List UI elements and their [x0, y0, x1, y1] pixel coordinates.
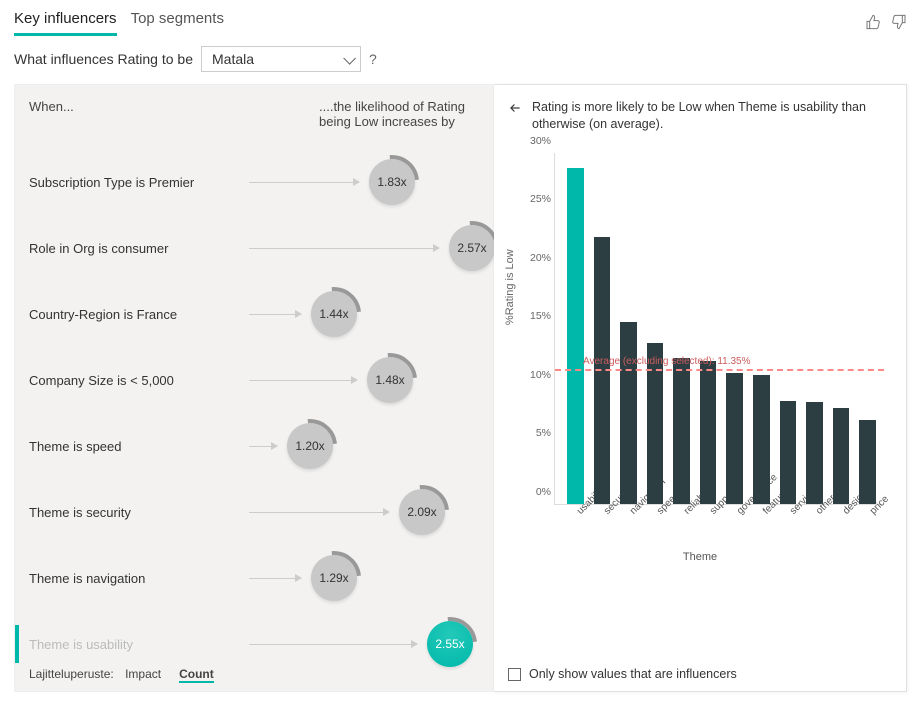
influencer-bubble[interactable]: 1.29x [311, 555, 357, 601]
influencer-label: Theme is speed [29, 439, 249, 454]
influencer-row[interactable]: Company Size is < 5,000 1.48x [29, 347, 479, 413]
influencer-track [249, 380, 357, 381]
main: When... ....the likelihood of Rating bei… [0, 84, 921, 706]
influencer-track [249, 446, 277, 447]
y-tick: 30% [517, 135, 551, 147]
y-tick: 0% [517, 486, 551, 498]
influencer-bubble[interactable]: 1.20x [287, 423, 333, 469]
sort-impact[interactable]: Impact [125, 667, 161, 681]
sort-count[interactable]: Count [179, 667, 214, 683]
thumbs-up-icon[interactable] [865, 14, 881, 33]
x-tick-label: price [868, 493, 891, 516]
feedback-buttons [865, 14, 907, 33]
bar[interactable]: reliability [673, 358, 690, 504]
influencer-track [249, 578, 301, 579]
y-tick: 5% [517, 427, 551, 439]
bar[interactable]: governance [726, 373, 743, 504]
chart: %Rating is Low usabilitysecuritynavigati… [508, 143, 892, 583]
bars: usabilitysecuritynavigationspeedreliabil… [567, 153, 876, 504]
y-tick: 25% [517, 193, 551, 205]
bar[interactable]: speed [647, 343, 664, 503]
only-influencers-row: Only show values that are influencers [508, 667, 737, 681]
influencer-bubble[interactable]: 2.55x [427, 621, 473, 667]
average-label: Average (excluding selected): 11.35% [583, 356, 751, 367]
influencer-bubble[interactable]: 1.44x [311, 291, 357, 337]
x-axis-label: Theme [683, 551, 717, 563]
bar[interactable]: navigation [620, 322, 637, 503]
bar[interactable]: support [700, 361, 717, 504]
y-tick: 10% [517, 369, 551, 381]
influencer-label: Theme is security [29, 505, 249, 520]
bar[interactable]: design [833, 408, 850, 504]
influencers-header: When... ....the likelihood of Rating bei… [29, 99, 479, 129]
influencer-row[interactable]: Theme is security 2.09x [29, 479, 479, 545]
thumbs-down-icon[interactable] [891, 14, 907, 33]
sort-bar: Lajitteluperuste: Impact Count [29, 667, 222, 681]
influencer-track [249, 182, 359, 183]
selected-marker [15, 625, 19, 663]
help-icon[interactable]: ? [369, 51, 377, 67]
influencer-bubble[interactable]: 2.09x [399, 489, 445, 535]
influencer-row[interactable]: Country-Region is France 1.44x [29, 281, 479, 347]
influencer-track [249, 644, 417, 645]
tab-top-segments[interactable]: Top segments [131, 10, 224, 36]
chart-title: Rating is more likely to be Low when The… [532, 99, 892, 133]
influencer-track [249, 248, 439, 249]
tab-key-influencers[interactable]: Key influencers [14, 10, 117, 36]
y-tick: 20% [517, 252, 551, 264]
when-label: When... [29, 99, 74, 129]
chart-panel: Rating is more likely to be Low when The… [494, 84, 907, 692]
influencer-bubble[interactable]: 1.48x [367, 357, 413, 403]
influencer-label: Country-Region is France [29, 307, 249, 322]
rating-value-dropdown[interactable]: Matala [201, 46, 361, 72]
chart-header: Rating is more likely to be Low when The… [508, 99, 892, 133]
bar[interactable]: price [859, 420, 876, 504]
question-prefix: What influences Rating to be [14, 51, 193, 67]
tabs: Key influencers Top segments [14, 10, 224, 36]
influencer-track [249, 314, 301, 315]
influencer-label: Role in Org is consumer [29, 241, 249, 256]
influencer-label: Theme is navigation [29, 571, 249, 586]
influencers-list: Subscription Type is Premier 1.83x Role in… [29, 149, 479, 677]
bar[interactable]: usability [567, 168, 584, 504]
bar[interactable]: services [780, 401, 797, 504]
plot-area: usabilitysecuritynavigationspeedreliabil… [554, 153, 884, 505]
back-arrow-icon[interactable] [508, 101, 522, 118]
y-axis-label: %Rating is Low [504, 249, 516, 325]
y-tick: 15% [517, 310, 551, 322]
influencer-row[interactable]: Theme is speed 1.20x [29, 413, 479, 479]
influencer-label: Subscription Type is Premier [29, 175, 249, 190]
influencer-bubble[interactable]: 1.83x [369, 159, 415, 205]
bar[interactable]: features [753, 375, 770, 504]
likelihood-label: ....the likelihood of Rating being Low i… [319, 99, 479, 129]
influencer-label: Theme is usability [29, 637, 249, 652]
question-row: What influences Rating to be Matala ? [0, 36, 921, 84]
sort-label: Lajitteluperuste: [29, 667, 114, 681]
influencer-track [249, 512, 389, 513]
influencer-row[interactable]: Subscription Type is Premier 1.83x [29, 149, 479, 215]
average-line [555, 369, 884, 371]
influencers-panel: When... ....the likelihood of Rating bei… [14, 84, 494, 692]
influencer-bubble[interactable]: 2.57x [449, 225, 495, 271]
header: Key influencers Top segments [0, 0, 921, 36]
influencer-row[interactable]: Role in Org is consumer2.57x [29, 215, 479, 281]
only-influencers-label: Only show values that are influencers [529, 667, 737, 681]
influencer-row[interactable]: Theme is navigation 1.29x [29, 545, 479, 611]
only-influencers-checkbox[interactable] [508, 668, 521, 681]
bar[interactable]: other [806, 402, 823, 504]
influencer-label: Company Size is < 5,000 [29, 373, 249, 388]
